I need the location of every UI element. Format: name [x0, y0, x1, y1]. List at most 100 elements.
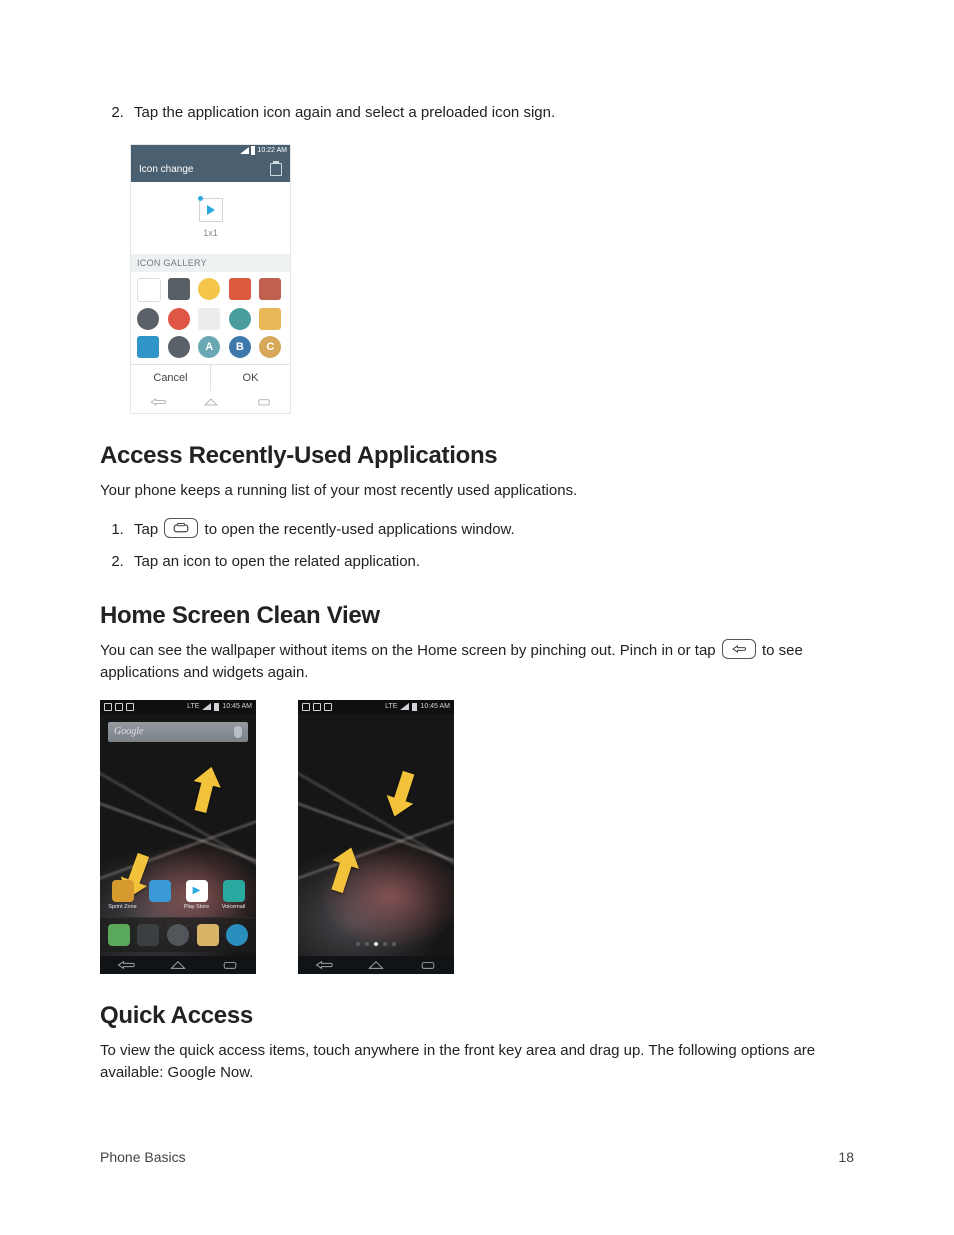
pinch-in-arrow	[384, 756, 424, 823]
gallery-icon	[168, 308, 190, 330]
app-label: Sprint Zone	[108, 904, 136, 910]
gallery-icon	[137, 308, 159, 330]
system-nav	[298, 956, 454, 974]
intro-clean-view: You can see the wallpaper without items …	[100, 640, 854, 684]
page-indicator	[298, 942, 454, 946]
wallpaper	[298, 714, 454, 956]
battery-icon	[214, 703, 219, 711]
status-notif-icon	[115, 703, 123, 711]
back-key-icon	[722, 639, 756, 659]
gallery-icon	[259, 308, 281, 330]
statusbar: 10:22 AM	[131, 145, 290, 157]
app-icon	[149, 880, 171, 902]
browser-icon	[226, 924, 248, 946]
preview-size: 1x1	[203, 228, 218, 238]
status-notif-icon	[313, 703, 321, 711]
screenshot-pinch-out: LTE 10:45 AM Google Sprint Zone	[100, 700, 256, 974]
screenshot-icon-change: 10:22 AM Icon change 1x1 ICON GALLERY	[130, 144, 291, 414]
back-icon	[314, 959, 334, 971]
battery-icon	[251, 146, 255, 155]
home-icon	[168, 959, 188, 971]
pinch-screenshots: LTE 10:45 AM Google Sprint Zone	[100, 700, 854, 974]
gallery-letter-b: B	[229, 336, 251, 358]
step1-post: to open the recently-used applications w…	[205, 521, 515, 538]
status-time: 10:45 AM	[420, 703, 450, 710]
app-shortcut	[147, 880, 173, 914]
signal-icon	[240, 147, 249, 154]
recent-icon	[255, 397, 273, 407]
apps-drawer-icon	[167, 924, 189, 946]
gallery-icon	[198, 308, 220, 330]
back-icon	[116, 959, 136, 971]
gallery-icon	[168, 278, 190, 300]
gallery-icon	[229, 278, 251, 300]
delete-icon	[270, 163, 282, 176]
pinch-out-arrow	[184, 766, 224, 833]
mic-icon	[234, 726, 242, 738]
messaging-icon	[197, 924, 219, 946]
home-icon	[202, 397, 220, 407]
icon-preview-area: 1x1	[131, 182, 290, 254]
voicemail-icon	[223, 880, 245, 902]
status-time: 10:45 AM	[222, 703, 252, 710]
pinch-in-arrow	[322, 846, 362, 911]
footer-page-number: 18	[838, 1149, 854, 1165]
status-notif-icon	[104, 703, 112, 711]
dialog-title: Icon change	[139, 164, 194, 175]
app-shortcut-row: Sprint Zone ▶Play Store Voicemail	[100, 880, 256, 914]
icon-step-list: Tap the application icon again and selec…	[100, 100, 854, 126]
status-notif-icon	[324, 703, 332, 711]
app-shortcut: Sprint Zone	[110, 880, 136, 914]
icon-gallery-grid: A B C	[131, 272, 290, 364]
statusbar: LTE 10:45 AM	[100, 700, 256, 714]
app-label: Voicemail	[222, 904, 246, 910]
icon-step-2: Tap the application icon again and selec…	[128, 100, 854, 126]
cancel-button: Cancel	[131, 365, 210, 391]
gallery-icon	[198, 278, 220, 300]
status-notif-icon	[126, 703, 134, 711]
heading-quick-access: Quick Access	[100, 1002, 854, 1030]
dock-row	[100, 917, 256, 952]
screenshot-pinch-in: LTE 10:45 AM	[298, 700, 454, 974]
status-notif-icon	[302, 703, 310, 711]
page-footer: Phone Basics 18	[100, 1149, 854, 1165]
intro-quick-access: To view the quick access items, touch an…	[100, 1040, 854, 1084]
status-time: 10:22 AM	[257, 147, 287, 154]
gallery-header: ICON GALLERY	[131, 254, 290, 272]
system-nav	[100, 956, 256, 974]
battery-icon	[412, 703, 417, 711]
search-label: Google	[114, 726, 143, 737]
footer-section: Phone Basics	[100, 1149, 186, 1165]
back-icon	[149, 397, 167, 407]
ok-button: OK	[210, 365, 290, 391]
signal-icon	[400, 703, 409, 710]
gallery-icon	[137, 278, 161, 302]
recent-step-2: Tap an icon to open the related applicat…	[128, 549, 854, 575]
gallery-letter-c: C	[259, 336, 281, 358]
dialog-titlebar: Icon change	[131, 157, 290, 182]
phone-icon	[108, 924, 130, 946]
play-store-icon: ▶	[186, 880, 208, 902]
gallery-icon	[229, 308, 251, 330]
gallery-icon	[168, 336, 190, 358]
system-nav	[131, 391, 290, 413]
sprint-zone-icon	[112, 880, 134, 902]
clean-intro-pre: You can see the wallpaper without items …	[100, 642, 720, 659]
contacts-icon	[137, 924, 159, 946]
preview-icon	[199, 198, 223, 222]
search-widget: Google	[108, 722, 248, 742]
dialog-buttons: Cancel OK	[131, 364, 290, 391]
recent-apps-key-icon	[164, 518, 198, 538]
statusbar: LTE 10:45 AM	[298, 700, 454, 714]
gallery-letter-a: A	[198, 336, 220, 358]
recent-icon	[220, 959, 240, 971]
recent-step-1: Tap to open the recently-used applicatio…	[128, 517, 854, 543]
app-shortcut: ▶Play Store	[184, 880, 210, 914]
recent-apps-steps: Tap to open the recently-used applicatio…	[100, 517, 854, 574]
app-shortcut: Voicemail	[221, 880, 247, 914]
recent-icon	[418, 959, 438, 971]
home-icon	[366, 959, 386, 971]
heading-recent-apps: Access Recently-Used Applications	[100, 442, 854, 470]
gallery-icon	[259, 278, 281, 300]
status-network: LTE	[187, 703, 199, 710]
